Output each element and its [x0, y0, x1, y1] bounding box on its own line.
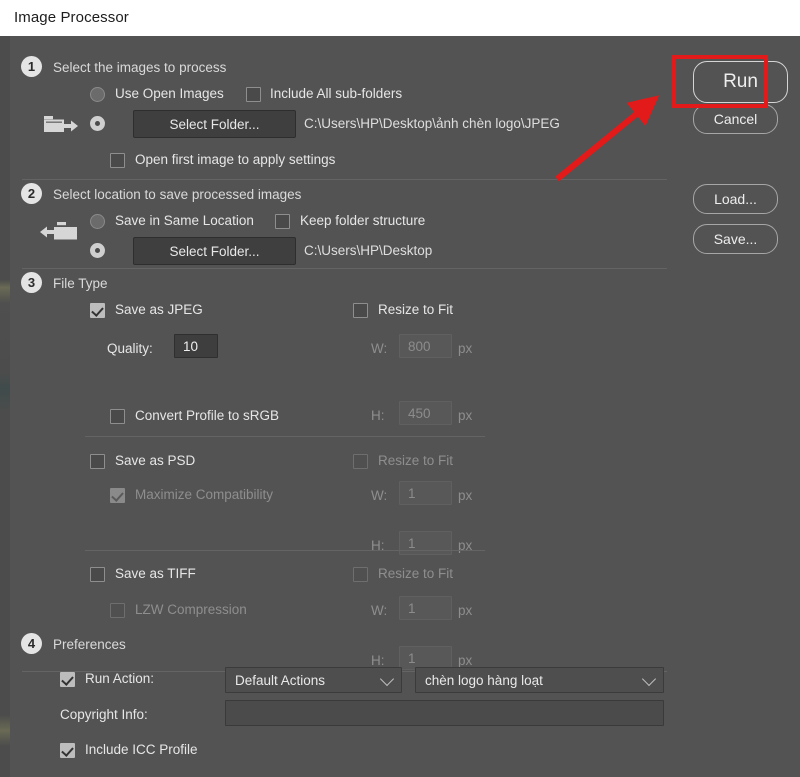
select-folder-dest-button[interactable]: Select Folder...: [133, 237, 296, 265]
checkbox-tiff-resize-to-fit[interactable]: [353, 567, 368, 582]
source-folder-path: C:\Users\HP\Desktop\ảnh chèn logo\JPEG: [304, 116, 560, 131]
select-folder-source-button[interactable]: Select Folder...: [133, 110, 296, 138]
checkbox-save-as-psd[interactable]: [90, 454, 105, 469]
psd-height-input[interactable]: 1: [399, 531, 452, 555]
folder-export-icon: [43, 113, 79, 139]
action-dropdown[interactable]: chèn logo hàng loạt: [415, 667, 664, 693]
label-tiff-width-unit: px: [458, 603, 472, 618]
label-psd-resize-to-fit: Resize to Fit: [378, 453, 453, 468]
action-set-dropdown[interactable]: Default Actions: [225, 667, 402, 693]
label-tiff-height-unit: px: [458, 653, 472, 668]
radio-select-folder-dest[interactable]: [90, 243, 105, 258]
label-jpeg-resize-to-fit: Resize to Fit: [378, 302, 453, 317]
separator-psd-tiff: [85, 550, 485, 551]
separator-2: [22, 268, 667, 269]
checkbox-run-action[interactable]: [60, 672, 75, 687]
label-run-action: Run Action:: [85, 671, 154, 686]
label-jpeg-quality: Quality:: [107, 341, 153, 356]
label-save-as-jpeg: Save as JPEG: [115, 302, 203, 317]
separator-jpeg-psd: [85, 436, 485, 437]
psd-width-input[interactable]: 1: [399, 481, 452, 505]
section-3-heading: File Type: [53, 276, 108, 291]
section-1-number: 1: [21, 56, 42, 77]
checkbox-lzw-compression[interactable]: [110, 603, 125, 618]
label-keep-folder-structure: Keep folder structure: [300, 213, 425, 228]
jpeg-width-input[interactable]: 800: [399, 334, 452, 358]
action-set-value: Default Actions: [235, 673, 325, 688]
section-1-heading: Select the images to process: [53, 60, 226, 75]
label-open-first-image: Open first image to apply settings: [135, 152, 335, 167]
section-2-heading: Select location to save processed images: [53, 187, 301, 202]
label-include-all-subfolders: Include All sub-folders: [270, 86, 402, 101]
label-maximize-compatibility: Maximize Compatibility: [135, 487, 273, 502]
dest-folder-path: C:\Users\HP\Desktop: [304, 243, 432, 258]
run-button-highlight-box: [672, 55, 768, 108]
section-2-number: 2: [21, 183, 42, 204]
label-psd-width: W:: [371, 488, 387, 503]
section-4-heading: Preferences: [53, 637, 126, 652]
label-jpeg-width-unit: px: [458, 341, 472, 356]
label-tiff-width: W:: [371, 603, 387, 618]
checkbox-save-as-tiff[interactable]: [90, 567, 105, 582]
label-jpeg-height: H:: [371, 408, 385, 423]
checkbox-maximize-compatibility[interactable]: [110, 488, 125, 503]
label-save-as-psd: Save as PSD: [115, 453, 195, 468]
section-3-number: 3: [21, 272, 42, 293]
radio-use-open-images[interactable]: [90, 87, 105, 102]
radio-select-folder-source[interactable]: [90, 116, 105, 131]
load-button[interactable]: Load...: [693, 184, 778, 214]
label-save-same-location: Save in Same Location: [115, 213, 254, 228]
checkbox-psd-resize-to-fit[interactable]: [353, 454, 368, 469]
checkbox-save-as-jpeg[interactable]: [90, 303, 105, 318]
label-include-icc-profile: Include ICC Profile: [85, 742, 198, 757]
checkbox-include-all-subfolders[interactable]: [246, 87, 261, 102]
action-value: chèn logo hàng loạt: [425, 673, 543, 688]
separator-1: [22, 179, 667, 180]
save-button[interactable]: Save...: [693, 224, 778, 254]
label-jpeg-height-unit: px: [458, 408, 472, 423]
chevron-down-icon: [380, 672, 394, 686]
label-lzw-compression: LZW Compression: [135, 602, 247, 617]
image-processor-dialog: 1 Select the images to process Use Open …: [10, 36, 800, 777]
label-save-as-tiff: Save as TIFF: [115, 566, 196, 581]
tiff-width-input[interactable]: 1: [399, 596, 452, 620]
window-title: Image Processor: [14, 9, 129, 26]
label-jpeg-width: W:: [371, 341, 387, 356]
checkbox-jpeg-resize-to-fit[interactable]: [353, 303, 368, 318]
checkbox-convert-profile-srgb[interactable]: [110, 409, 125, 424]
window-titlebar: Image Processor: [0, 0, 800, 36]
cancel-button[interactable]: Cancel: [693, 104, 778, 134]
chevron-down-icon: [642, 672, 656, 686]
background-window-sliver: [0, 0, 10, 777]
checkbox-include-icc-profile[interactable]: [60, 743, 75, 758]
label-use-open-images: Use Open Images: [115, 86, 224, 101]
jpeg-height-input[interactable]: 450: [399, 401, 452, 425]
copyright-info-input[interactable]: [225, 700, 664, 726]
checkbox-keep-folder-structure[interactable]: [275, 214, 290, 229]
checkbox-open-first-image[interactable]: [110, 153, 125, 168]
jpeg-quality-input[interactable]: 10: [174, 334, 218, 358]
label-tiff-resize-to-fit: Resize to Fit: [378, 566, 453, 581]
label-convert-profile-srgb: Convert Profile to sRGB: [135, 408, 279, 423]
label-tiff-height: H:: [371, 653, 385, 668]
label-copyright-info: Copyright Info:: [60, 707, 148, 722]
radio-save-same-location[interactable]: [90, 214, 105, 229]
folder-import-icon: [40, 219, 80, 249]
label-psd-width-unit: px: [458, 488, 472, 503]
section-4-number: 4: [21, 633, 42, 654]
